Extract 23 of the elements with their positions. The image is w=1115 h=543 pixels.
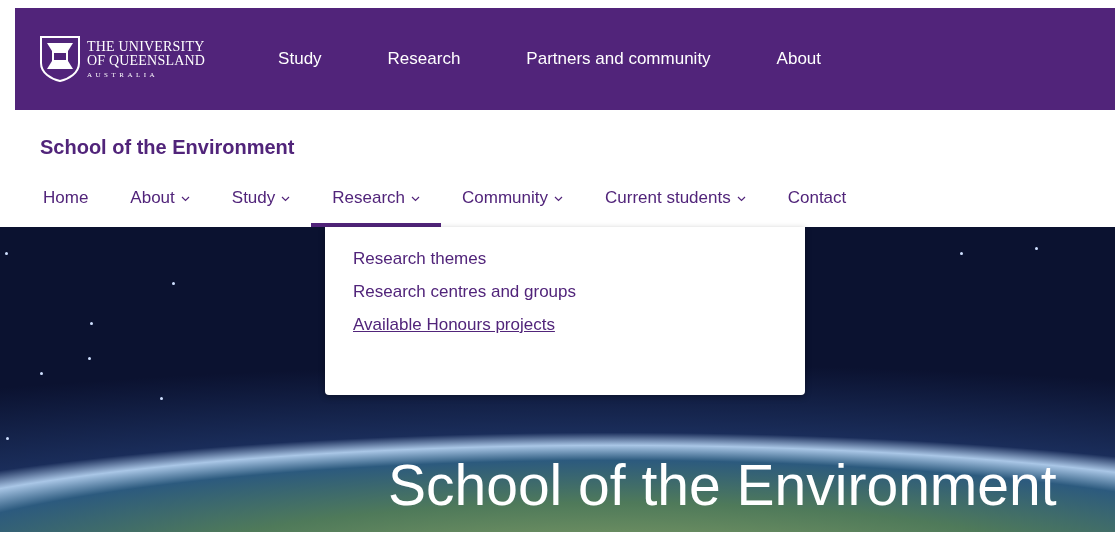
hero-title: School of the Environment <box>388 452 1057 518</box>
chevron-icon <box>180 196 190 202</box>
subnav-tab[interactable]: About <box>109 180 211 227</box>
chevron-icon <box>281 196 291 202</box>
nav-link[interactable]: Partners and community <box>526 49 711 69</box>
chevron-icon <box>736 196 746 202</box>
subnav-tab[interactable]: Current students <box>584 180 767 227</box>
subnav-tab[interactable]: Contact <box>766 180 868 227</box>
nav-link[interactable]: Research <box>387 49 461 69</box>
menu-link[interactable]: Research themes <box>353 249 487 269</box>
site-title: School of the Environment <box>40 136 296 159</box>
chevron-icon <box>411 196 421 202</box>
nav-link[interactable]: Study <box>278 49 322 69</box>
logo-text: THE UNIVERSITY <box>87 39 206 54</box>
subnav-tab[interactable]: Community <box>441 180 584 227</box>
crest-icon[interactable] <box>39 35 81 83</box>
subnav-tab[interactable]: Study <box>210 180 312 227</box>
subnav-tab[interactable]: Home <box>22 180 110 227</box>
logo-text: OF QUEENSLAND <box>87 53 206 68</box>
chevron-icon <box>554 196 563 202</box>
menu-link[interactable]: Available Honours projects <box>353 315 555 335</box>
menu-link[interactable]: Research centres and groups <box>353 282 577 302</box>
nav-link[interactable]: About <box>776 49 822 69</box>
